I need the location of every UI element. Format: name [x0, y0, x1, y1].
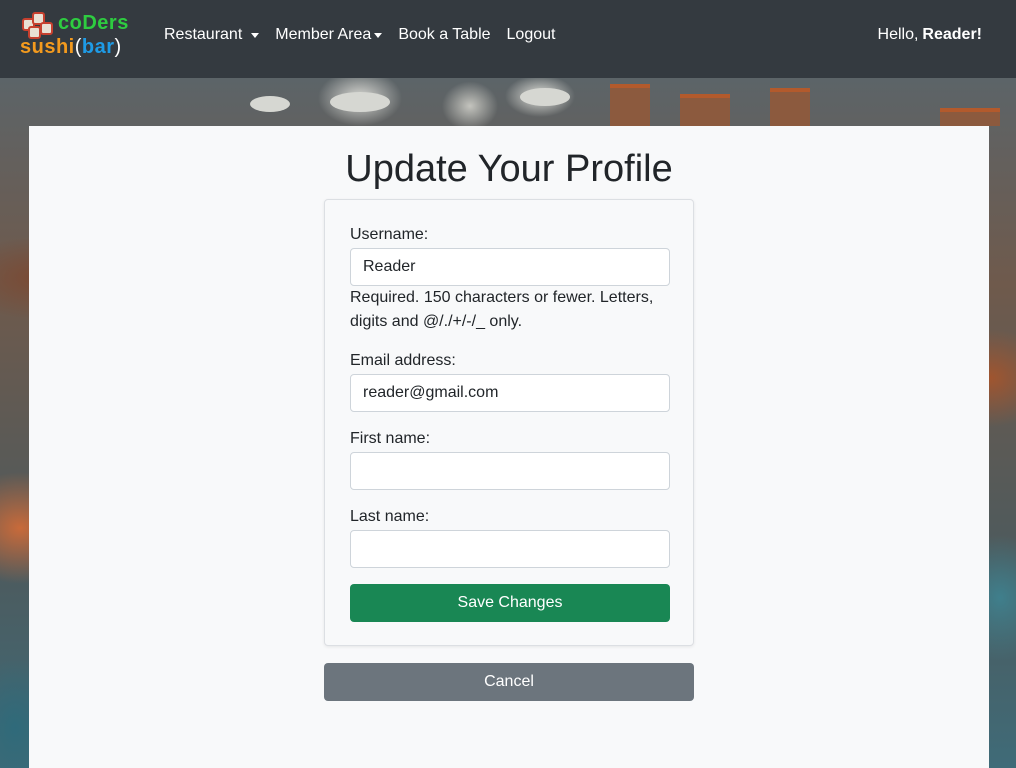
- profile-form-card: Username: Required. 150 characters or fe…: [324, 199, 694, 646]
- email-field[interactable]: [350, 374, 670, 412]
- nav-restaurant-dropdown[interactable]: Restaurant: [164, 26, 260, 44]
- caret-down-icon: [251, 32, 260, 38]
- nav-member-area-label: Member Area: [275, 26, 372, 43]
- brand-coders-text: coDers: [58, 12, 129, 34]
- caret-down-icon: [374, 32, 383, 38]
- greeting-prefix: Hello,: [877, 26, 919, 43]
- save-changes-button[interactable]: Save Changes: [350, 584, 670, 622]
- brand-logo[interactable]: coDers sushi(bar): [20, 12, 140, 64]
- cancel-button[interactable]: Cancel: [324, 663, 694, 701]
- main-panel: Update Your Profile Username: Required. …: [29, 126, 989, 768]
- username-label: Username:: [350, 226, 429, 243]
- nav-restaurant-label: Restaurant: [164, 26, 243, 43]
- brand-bar-text: bar: [81, 36, 115, 58]
- brand-close-paren: ): [114, 36, 122, 58]
- last-name-field[interactable]: [350, 530, 670, 568]
- email-label: Email address:: [350, 352, 456, 369]
- brand-sushi-text: sushi: [20, 36, 75, 58]
- nav-links: Restaurant Member Area Book a Table Logo…: [164, 0, 555, 70]
- top-navbar: coDers sushi(bar) Restaurant Member Area…: [0, 0, 1016, 78]
- brand-open-paren: (: [74, 36, 82, 58]
- username-field[interactable]: [350, 248, 670, 286]
- first-name-field[interactable]: [350, 452, 670, 490]
- brand-sushibar-text: sushi(bar): [20, 36, 122, 59]
- page-title: Update Your Profile: [345, 148, 673, 190]
- user-greeting: Hello, Reader!: [878, 0, 982, 70]
- nav-book-table-link[interactable]: Book a Table: [398, 26, 490, 44]
- nav-logout-link[interactable]: Logout: [507, 26, 556, 44]
- nav-member-area-dropdown[interactable]: Member Area: [275, 26, 383, 44]
- last-name-label: Last name:: [350, 508, 430, 525]
- username-help-text: Required. 150 characters or fewer. Lette…: [350, 289, 654, 330]
- first-name-label: First name:: [350, 430, 431, 447]
- greeting-username: Reader!: [922, 26, 982, 43]
